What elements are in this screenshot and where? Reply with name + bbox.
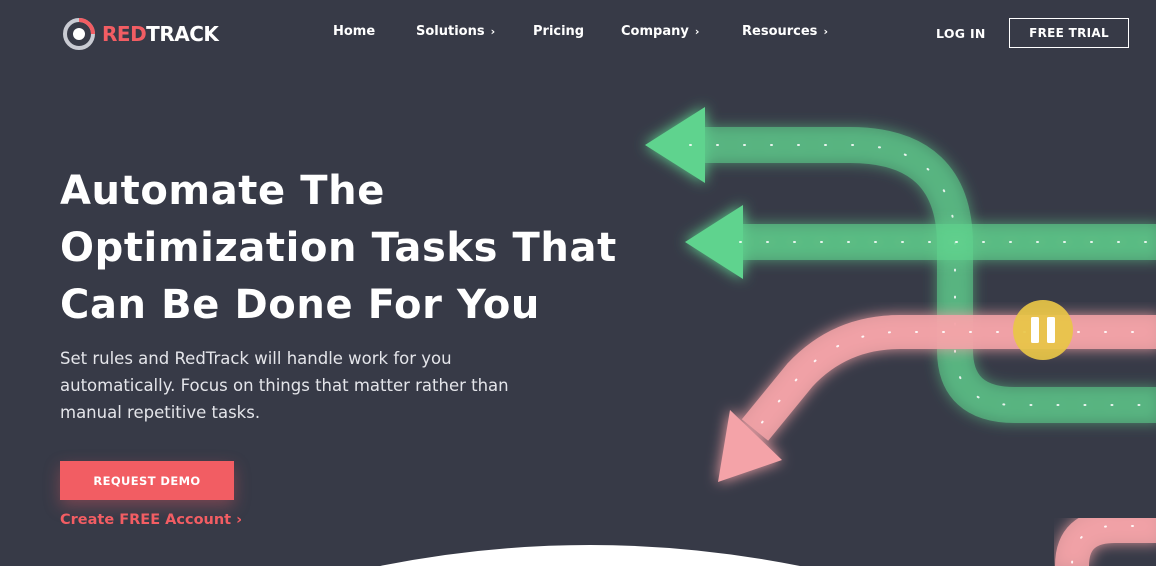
pause-icon [1013,300,1073,360]
nav-home-label: Home [333,24,376,39]
chevron-right-icon: › [694,25,700,38]
hero-subtitle: Set rules and RedTrack will handle work … [60,349,509,422]
nav-pricing[interactable]: Pricing [533,24,584,39]
bottom-white-curve [380,545,800,566]
nav-resources-label: Resources [742,24,818,39]
automation-arrows-illustration [645,107,1156,566]
pink-curve-bottom [1055,509,1156,566]
chevron-right-icon: › [823,25,828,38]
nav-solutions[interactable]: Solutions › [416,24,495,39]
free-trial-button[interactable]: FREE TRIAL [1009,18,1129,48]
nav-resources[interactable]: Resources › [742,24,828,39]
nav-pricing-label: Pricing [533,24,585,39]
request-demo-button[interactable]: REQUEST DEMO [60,461,234,500]
hero-title-line-1: Automate The [60,168,385,214]
hero-title-line-2: Optimization Tasks That [60,225,617,271]
green-arrow-middle [685,205,1156,279]
nav-company[interactable]: Company › [621,24,699,39]
chevron-right-icon: › [490,25,496,38]
nav-solutions-label: Solutions [416,24,485,39]
create-free-account-link[interactable]: Create FREE Account › [60,512,242,528]
nav-company-label: Company [621,24,689,39]
nav-home[interactable]: Home [333,24,375,39]
login-link[interactable]: LOG IN [936,26,986,41]
hero-title-line-3: Can Be Done For You [60,282,540,328]
